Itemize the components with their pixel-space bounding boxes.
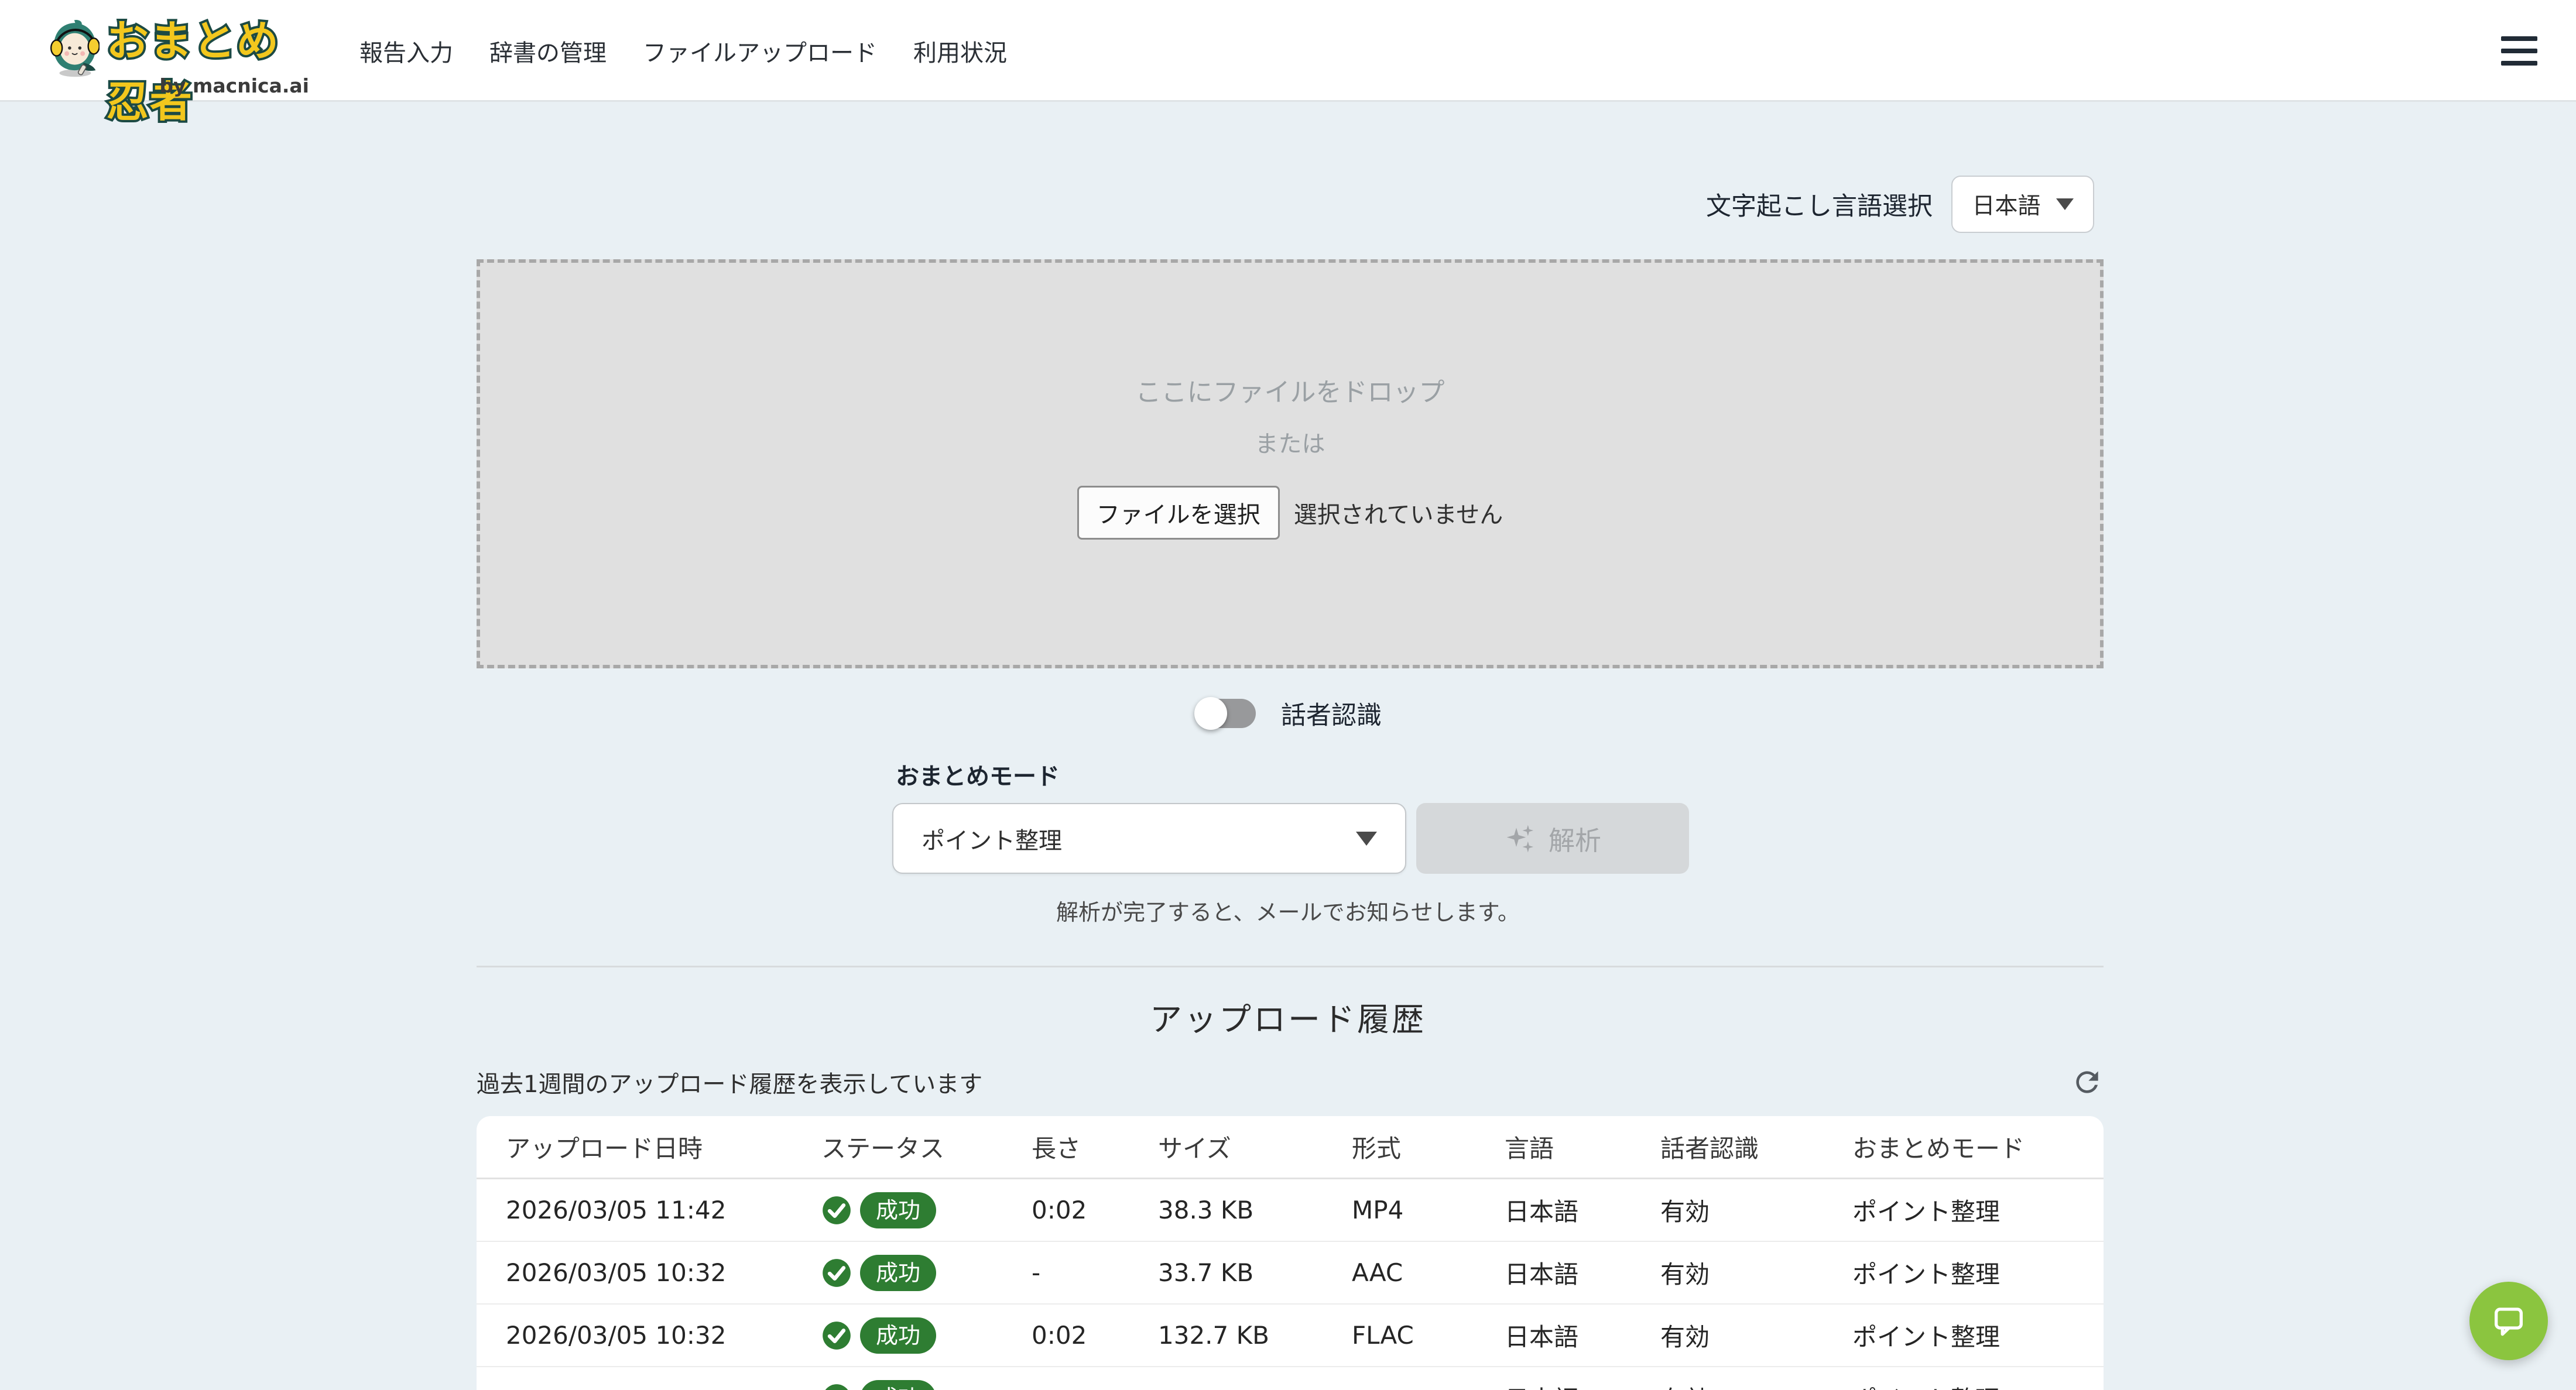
- speaker-recognition-label: 話者認識: [1281, 695, 1382, 732]
- check-circle-icon: [821, 1258, 852, 1288]
- summarize-mode-select[interactable]: ポイント整理: [892, 803, 1406, 874]
- cell-datetime: 2026/03/05 11:42: [506, 1196, 821, 1224]
- chevron-down-icon: [1356, 832, 1377, 846]
- status-badge: 成功: [860, 1317, 936, 1354]
- cell-language: 日本語: [1505, 1317, 1660, 1353]
- cell-speaker: 有効: [1660, 1380, 1852, 1390]
- cell-status: 成功: [821, 1317, 1032, 1354]
- cell-length: -: [1032, 1258, 1158, 1287]
- cell-language: 日本語: [1505, 1192, 1660, 1228]
- cell-language: 日本語: [1505, 1255, 1660, 1291]
- cell-format: MP4: [1352, 1196, 1505, 1224]
- summarize-mode-label: おまとめモード: [896, 757, 1060, 791]
- history-title: アップロード履歴: [472, 993, 2104, 1040]
- cell-size: 132.7 KB: [1158, 1321, 1352, 1350]
- cell-mode: ポイント整理: [1852, 1380, 2104, 1390]
- logo-subtitle: by macnica.ai: [159, 74, 309, 97]
- col-header-size: サイズ: [1158, 1129, 1352, 1165]
- chevron-down-icon: [2056, 198, 2074, 210]
- cell-language: 日本語: [1505, 1380, 1660, 1390]
- logo-title: おまとめ忍者: [107, 11, 313, 132]
- check-circle-icon: [821, 1195, 852, 1226]
- cell-mode: ポイント整理: [1852, 1192, 2104, 1228]
- chat-bubble-icon: [2490, 1302, 2527, 1340]
- cell-status: 成功: [821, 1192, 1032, 1228]
- col-header-datetime: アップロード日時: [506, 1129, 821, 1165]
- cell-mode: ポイント整理: [1852, 1317, 2104, 1353]
- dropzone-hint-line2: または: [1255, 425, 1325, 459]
- cell-length: 0:02: [1032, 1196, 1158, 1224]
- refresh-icon: [2071, 1066, 2104, 1099]
- check-circle-icon: [821, 1320, 852, 1351]
- col-header-format: 形式: [1352, 1129, 1505, 1165]
- col-header-mode: おまとめモード: [1852, 1129, 2104, 1165]
- cell-format: AAC: [1352, 1258, 1505, 1287]
- col-header-language: 言語: [1505, 1129, 1660, 1165]
- col-header-status: ステータス: [821, 1129, 1032, 1165]
- cell-speaker: 有効: [1660, 1255, 1852, 1291]
- app-logo[interactable]: おまとめ忍者 by macnica.ai: [49, 11, 313, 92]
- speaker-recognition-row: 話者認識: [472, 695, 2104, 732]
- analyze-button-label: 解析: [1549, 819, 1601, 857]
- dropzone-hint-line1: ここにファイルをドロップ: [1136, 371, 1445, 409]
- table-row: 2026/03/05 11:42 成功 0:02 38.3 KB MP4 日本語…: [477, 1179, 2104, 1242]
- chat-fab-button[interactable]: [2469, 1282, 2548, 1360]
- upload-history-table: アップロード日時 ステータス 長さ サイズ 形式 言語 話者認識 おまとめモード…: [477, 1116, 2104, 1390]
- history-subtitle: 過去1週間のアップロード履歴を表示しています: [477, 1065, 982, 1099]
- logo-text: おまとめ忍者 by macnica.ai: [107, 11, 313, 92]
- cell-size: 33.7 KB: [1158, 1258, 1352, 1287]
- analysis-note: 解析が完了すると、メールでお知らせします。: [472, 894, 2104, 926]
- cell-speaker: 有効: [1660, 1192, 1852, 1228]
- status-badge: 成功: [860, 1380, 936, 1390]
- cell-speaker: 有効: [1660, 1317, 1852, 1353]
- language-select-dropdown[interactable]: 日本語: [1951, 176, 2094, 233]
- refresh-button[interactable]: [2071, 1066, 2104, 1099]
- hamburger-menu-icon[interactable]: [2501, 36, 2537, 66]
- table-row: 2026/03/05 10:32 成功 0:02 132.7 KB FLAC 日…: [477, 1305, 2104, 1367]
- table-header-row: アップロード日時 ステータス 長さ サイズ 形式 言語 話者認識 おまとめモード: [477, 1116, 2104, 1179]
- speaker-recognition-toggle[interactable]: [1194, 695, 1258, 732]
- status-badge: 成功: [860, 1192, 936, 1228]
- file-dropzone[interactable]: ここにファイルをドロップ または ファイルを選択 選択されていません: [477, 259, 2104, 668]
- cell-format: FLAC: [1352, 1321, 1505, 1350]
- section-divider: [477, 966, 2104, 967]
- history-subtitle-row: 過去1週間のアップロード履歴を表示しています: [477, 1065, 2104, 1099]
- sparkles-icon: [1504, 822, 1537, 855]
- status-badge: 成功: [860, 1255, 936, 1291]
- col-header-length: 長さ: [1032, 1129, 1158, 1165]
- check-circle-icon: [821, 1383, 852, 1390]
- cell-status: 成功: [821, 1255, 1032, 1291]
- ninja-mascot-icon: [49, 11, 100, 85]
- transcription-language-row: 文字起こし言語選択 日本語: [1706, 176, 2094, 233]
- cell-datetime: 2026/03/05 10:32: [506, 1258, 821, 1287]
- language-select-value: 日本語: [1972, 188, 2040, 221]
- file-input-row: ファイルを選択 選択されていません: [1077, 486, 1503, 540]
- language-select-label: 文字起こし言語選択: [1706, 186, 1933, 222]
- table-row: 成功 日本語 有効 ポイント整理: [477, 1367, 2104, 1390]
- nav-item-report[interactable]: 報告入力: [359, 34, 453, 68]
- cell-length: 0:02: [1032, 1321, 1158, 1350]
- file-selected-status: 選択されていません: [1294, 496, 1503, 530]
- cell-size: 38.3 KB: [1158, 1196, 1352, 1224]
- cell-datetime: 2026/03/05 10:32: [506, 1321, 821, 1350]
- analyze-button[interactable]: 解析: [1416, 803, 1689, 874]
- col-header-speaker: 話者認識: [1660, 1129, 1852, 1165]
- summarize-mode-value: ポイント整理: [922, 822, 1356, 856]
- toggle-knob: [1194, 697, 1227, 730]
- cell-mode: ポイント整理: [1852, 1255, 2104, 1291]
- table-row: 2026/03/05 10:32 成功 - 33.7 KB AAC 日本語 有効…: [477, 1242, 2104, 1305]
- cell-status: 成功: [821, 1380, 1032, 1390]
- choose-file-button[interactable]: ファイルを選択: [1077, 486, 1280, 540]
- main-content: 文字起こし言語選択 日本語 ここにファイルをドロップ または ファイルを選択 選…: [472, 0, 2104, 1390]
